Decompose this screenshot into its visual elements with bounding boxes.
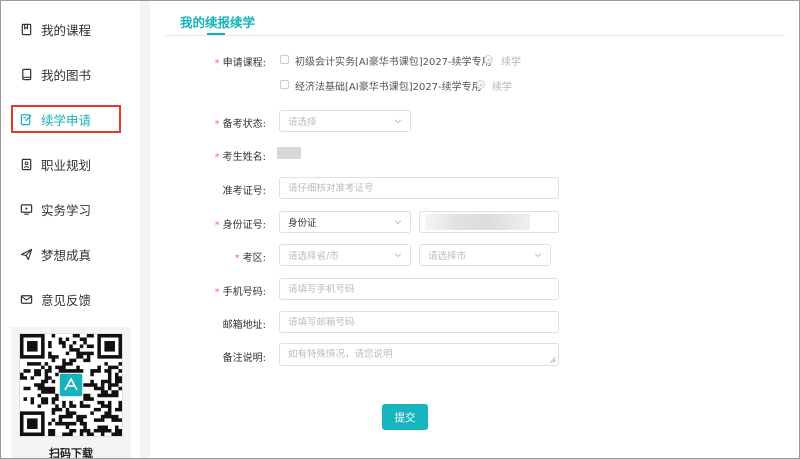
candidate-name-value-redacted (277, 147, 301, 159)
id-type-select[interactable]: 身份证 (279, 211, 411, 233)
chevron-down-icon (394, 119, 402, 124)
sidebar-item-label: 职业规划 (41, 157, 92, 173)
course-option-radio-1[interactable] (484, 55, 493, 64)
course-name-1: 初级会计实务[AI豪华书课包]2027-续学专用 (295, 57, 492, 68)
edit-icon (19, 112, 33, 126)
course-checkbox-1[interactable] (280, 55, 289, 64)
resize-handle-icon[interactable] (550, 357, 556, 363)
phone-label: * 手机号码: (214, 287, 266, 298)
monitor-play-icon (19, 202, 33, 216)
course-name-2: 经济法基础[AI豪华书课包]2027-续学专用 (295, 82, 482, 93)
id-number-value-redacted (425, 214, 530, 230)
sidebar-item-label: 梦想成真 (41, 247, 92, 263)
sidebar-item-label: 我的图书 (41, 67, 92, 83)
phone-input[interactable] (279, 278, 559, 300)
sidebar-item-feedback[interactable]: 意见反馈 (11, 285, 121, 313)
province-select[interactable]: 请选择省/市 (279, 244, 411, 266)
exam-status-select[interactable]: 请选择 (279, 110, 411, 132)
course-option-radio-2[interactable] (476, 80, 485, 89)
submit-button[interactable]: 提交 (382, 404, 428, 430)
sidebar-item-renewal[interactable]: 续学申请 (11, 105, 121, 133)
page-title: 我的续报续学 (180, 15, 256, 30)
courses-label: * 申请课程: (214, 58, 266, 69)
admission-number-label: 准考证号: (222, 186, 266, 197)
admission-number-field[interactable] (288, 182, 550, 194)
sidebar-item-dream[interactable]: 梦想成真 (11, 240, 121, 268)
chevron-down-icon (394, 220, 402, 225)
chevron-down-icon (394, 253, 402, 258)
candidate-name-label: * 考生姓名: (214, 152, 266, 163)
id-number-label: * 身份证号: (214, 220, 266, 231)
email-input[interactable] (279, 311, 559, 333)
course-option-label-1: 续学 (501, 57, 521, 68)
sidebar-item-label: 意见反馈 (41, 292, 92, 308)
remark-label: 备注说明: (222, 353, 266, 364)
exam-status-label: * 备考状态: (214, 119, 266, 130)
send-icon (19, 247, 33, 261)
phone-field[interactable] (288, 283, 550, 295)
sidebar-item-my-courses[interactable]: 我的课程 (11, 15, 121, 43)
email-label: 邮箱地址: (222, 320, 266, 331)
sidebar-item-practice[interactable]: 实务学习 (11, 195, 121, 223)
chevron-down-icon (534, 253, 542, 258)
sidebar-item-label: 实务学习 (41, 202, 92, 218)
mail-icon (19, 292, 33, 306)
title-divider (165, 35, 785, 36)
qr-download-card: 扫码下载 (11, 327, 131, 459)
id-card-icon (19, 157, 33, 171)
qr-caption: 扫码下载 (49, 447, 93, 459)
remark-textarea[interactable] (279, 343, 559, 366)
qr-code[interactable] (19, 333, 123, 437)
sidebar-item-label: 我的课程 (41, 22, 92, 38)
course-option-label-2: 续学 (492, 82, 512, 93)
sidebar-item-career[interactable]: 职业规划 (11, 150, 121, 178)
book-icon (19, 67, 33, 81)
bookmark-icon (19, 22, 33, 36)
exam-region-label: * 考区: (234, 253, 266, 264)
course-checkbox-2[interactable] (280, 80, 289, 89)
sidebar-item-label: 续学申请 (41, 112, 92, 128)
admission-number-input[interactable] (279, 177, 559, 199)
email-field[interactable] (288, 316, 550, 328)
sidebar-item-my-books[interactable]: 我的图书 (11, 60, 121, 88)
city-select[interactable]: 请选择市 (419, 244, 551, 266)
sidebar: 我的课程 我的图书 续学申请 职业规划 实务学习 梦想成真 意见反馈 扫码下载 (1, 1, 140, 459)
remark-field[interactable] (288, 347, 550, 362)
